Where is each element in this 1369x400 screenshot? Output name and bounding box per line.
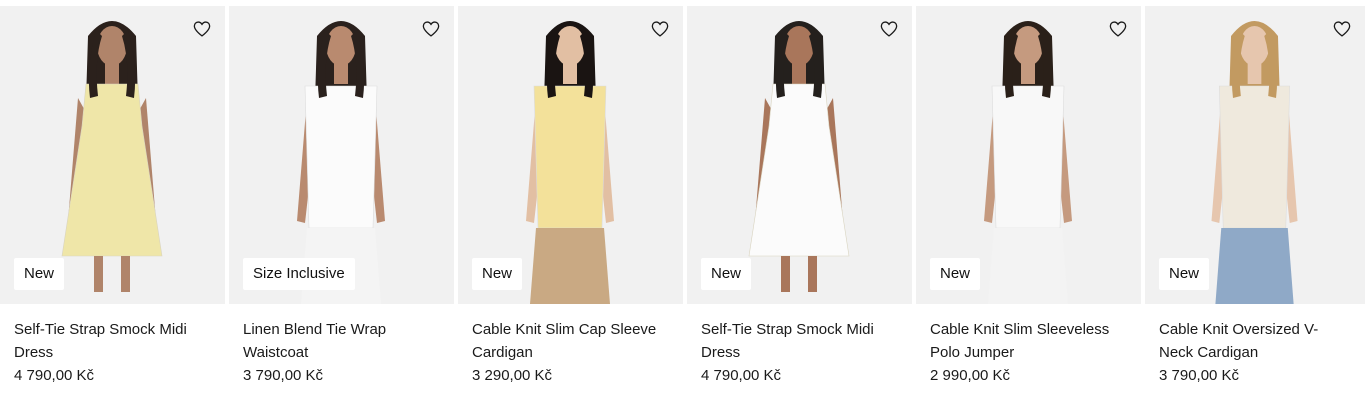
product-card[interactable]: New Self-Tie Strap Smock Midi Dress 4 79… [687,6,912,400]
product-image[interactable]: Size Inclusive [229,6,454,304]
product-name[interactable]: Cable Knit Slim Cap Sleeve Cardigan [472,318,669,364]
wishlist-heart-icon[interactable] [1107,18,1129,40]
product-info: Cable Knit Slim Cap Sleeve Cardigan 3 29… [458,304,683,387]
product-name[interactable]: Cable Knit Slim Sleeveless Polo Jumper [930,318,1127,364]
product-badge: New [930,258,981,290]
wishlist-heart-icon[interactable] [649,18,671,40]
product-info: Cable Knit Slim Sleeveless Polo Jumper 2… [916,304,1141,387]
product-name[interactable]: Cable Knit Oversized V-Neck Cardigan [1159,318,1351,364]
product-price: 3 790,00 Kč [1159,367,1240,384]
product-card[interactable]: New Self-Tie Strap Smock Midi Dress 4 79… [0,6,225,400]
product-card[interactable]: New Cable Knit Oversized V-Neck Cardigan… [1145,6,1365,400]
product-info: Self-Tie Strap Smock Midi Dress 4 790,00… [0,304,225,387]
product-name[interactable]: Self-Tie Strap Smock Midi Dress [701,318,898,364]
product-badge: Size Inclusive [243,258,355,290]
product-price: 4 790,00 Kč [14,367,95,384]
wishlist-heart-icon[interactable] [1331,18,1353,40]
product-badge: New [472,258,523,290]
product-badge: New [14,258,65,290]
product-card[interactable]: Size Inclusive Linen Blend Tie Wrap Wais… [229,6,454,400]
product-image[interactable]: New [916,6,1141,304]
product-image[interactable]: New [687,6,912,304]
product-price: 3 290,00 Kč [472,367,553,384]
product-price: 4 790,00 Kč [701,367,782,384]
wishlist-heart-icon[interactable] [191,18,213,40]
product-card[interactable]: New Cable Knit Slim Cap Sleeve Cardigan … [458,6,683,400]
product-price: 2 990,00 Kč [930,367,1011,384]
wishlist-heart-icon[interactable] [420,18,442,40]
product-info: Linen Blend Tie Wrap Waistcoat 3 790,00 … [229,304,454,387]
product-image[interactable]: New [0,6,225,304]
wishlist-heart-icon[interactable] [878,18,900,40]
product-badge: New [1159,258,1210,290]
product-info: Cable Knit Oversized V-Neck Cardigan 3 7… [1145,304,1365,387]
product-price: 3 790,00 Kč [243,367,324,384]
product-name[interactable]: Self-Tie Strap Smock Midi Dress [14,318,211,364]
product-card[interactable]: New Cable Knit Slim Sleeveless Polo Jump… [916,6,1141,400]
product-name[interactable]: Linen Blend Tie Wrap Waistcoat [243,318,440,364]
product-badge: New [701,258,752,290]
product-info: Self-Tie Strap Smock Midi Dress 4 790,00… [687,304,912,387]
product-grid: New Self-Tie Strap Smock Midi Dress 4 79… [0,0,1369,400]
product-image[interactable]: New [1145,6,1365,304]
product-image[interactable]: New [458,6,683,304]
